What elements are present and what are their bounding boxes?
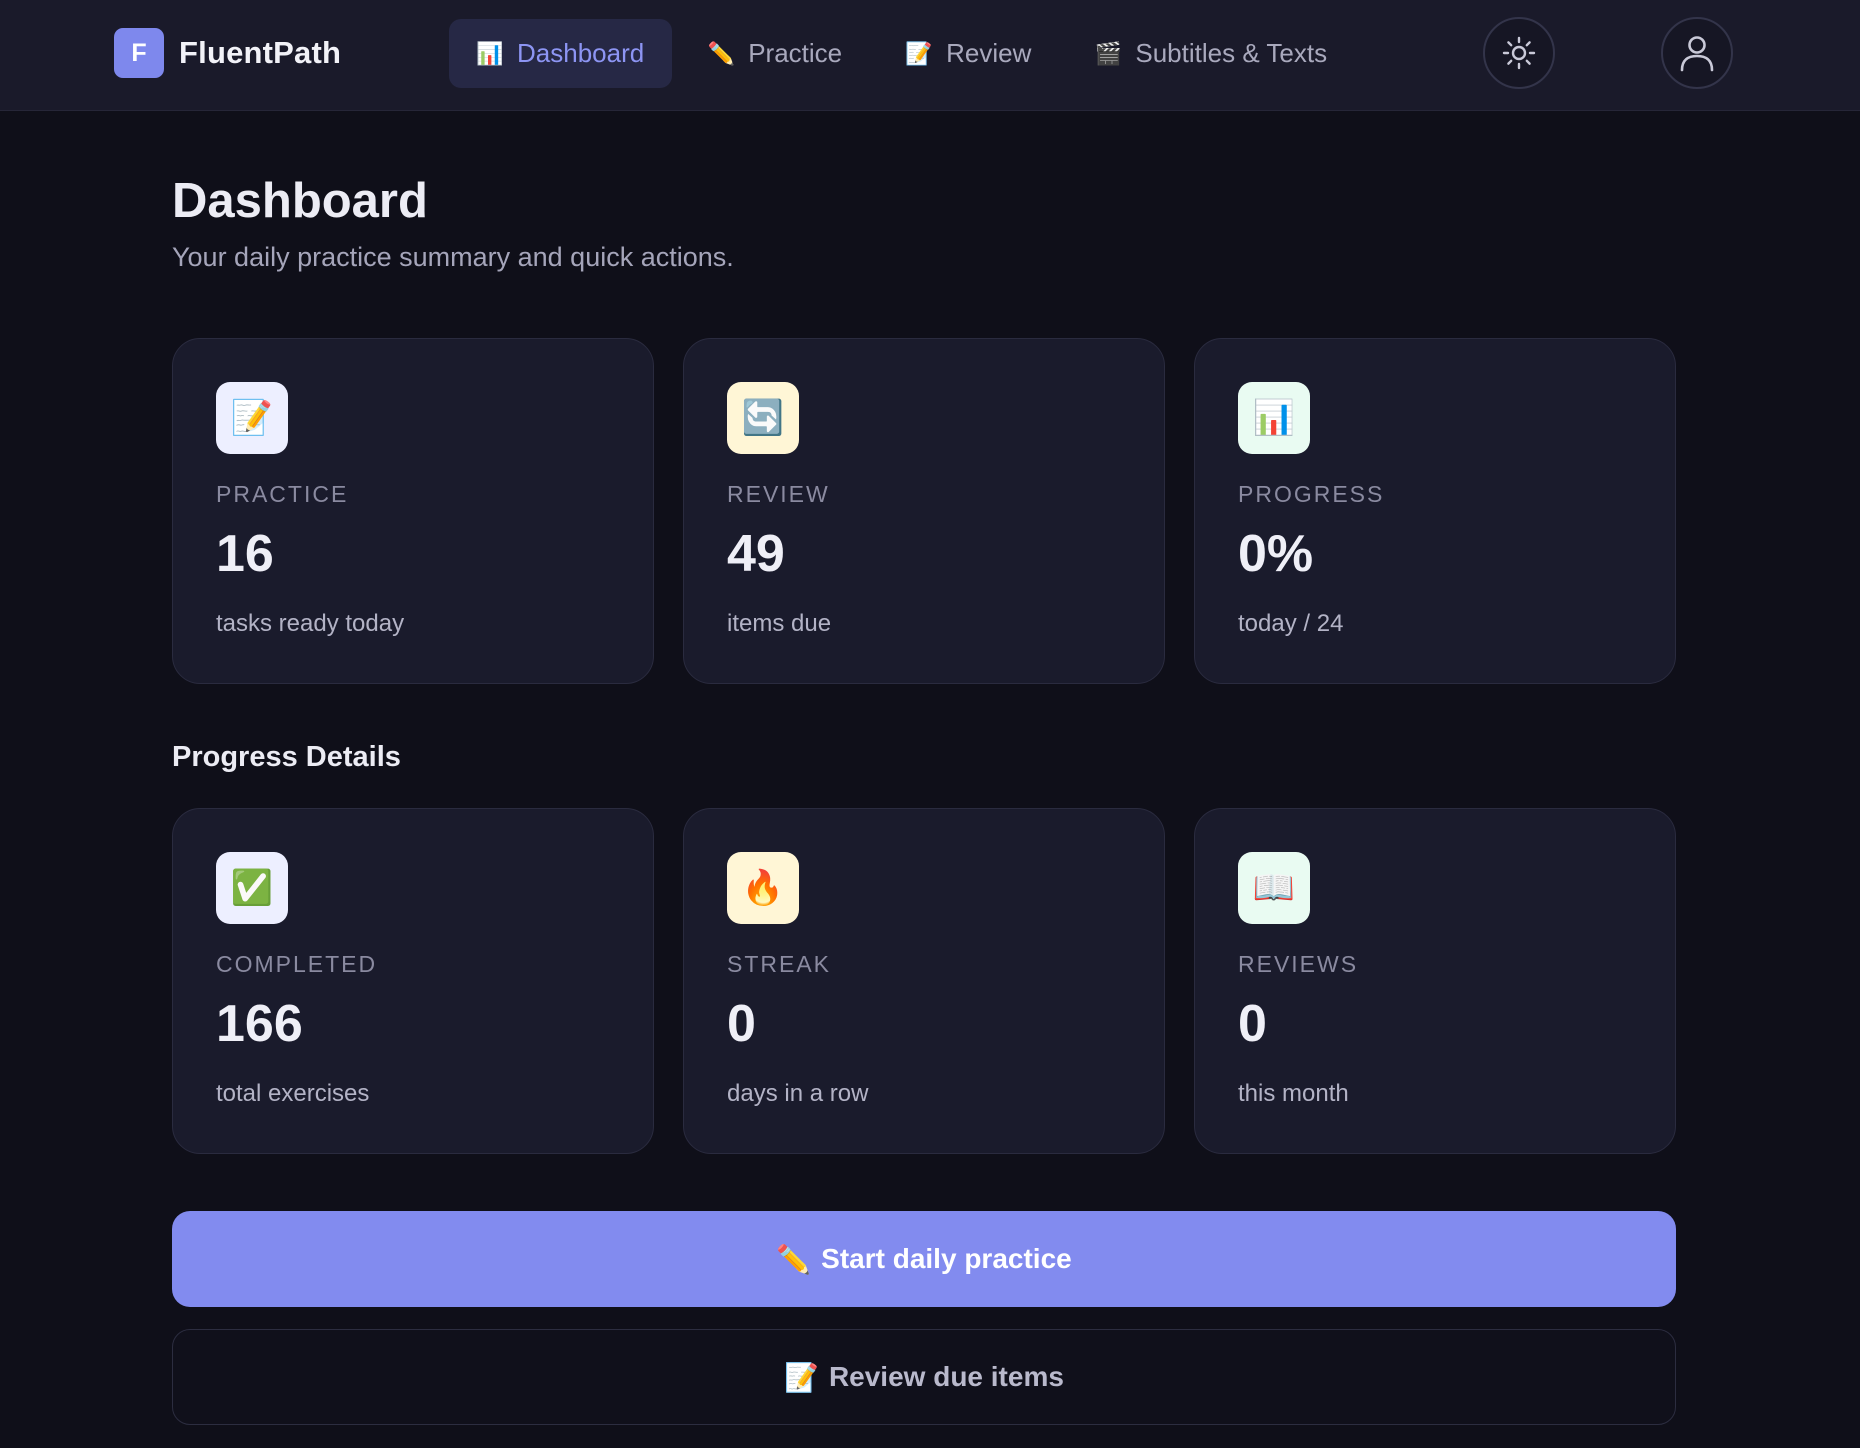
nav-item-label: Subtitles & Texts: [1135, 38, 1328, 68]
nav-item-label: Practice: [748, 38, 843, 68]
card-caption: this month: [1238, 1080, 1349, 1107]
profile-button[interactable]: [1661, 17, 1733, 89]
progress-card[interactable]: 📊 PROGRESS 0% today / 24: [1194, 338, 1676, 684]
nav-item-label: Dashboard: [517, 38, 645, 68]
page-subtitle: Your daily practice summary and quick ac…: [172, 242, 734, 272]
practice-card[interactable]: 📝 PRACTICE 16 tasks ready today: [172, 338, 654, 684]
summary-cards: 📝 PRACTICE 16 tasks ready today 🔄 REVIEW…: [172, 338, 1676, 684]
fire-icon: 🔥: [727, 852, 799, 924]
card-label: STREAK: [727, 951, 832, 977]
theme-toggle-button[interactable]: [1483, 17, 1555, 89]
nav-item-review[interactable]: 📝 Review: [878, 19, 1059, 88]
sun-icon: [1502, 36, 1536, 70]
start-daily-practice-button[interactable]: ✏️ Start daily practice: [172, 1211, 1676, 1307]
card-label: PRACTICE: [216, 481, 349, 507]
card-caption: items due: [727, 610, 832, 637]
card-caption: days in a row: [727, 1080, 869, 1107]
card-value: 0: [727, 995, 756, 1053]
nav-item-practice[interactable]: ✏️ Practice: [680, 19, 870, 88]
main-nav: 📊 Dashboard ✏️ Practice 📝 Review 🎬 Subti…: [449, 19, 1355, 88]
brand-link[interactable]: F FluentPath: [114, 28, 341, 78]
card-value: 0%: [1238, 525, 1314, 583]
card-caption: total exercises: [216, 1080, 370, 1107]
card-label: REVIEWS: [1238, 951, 1359, 977]
review-card[interactable]: 🔄 REVIEW 49 items due: [683, 338, 1165, 684]
check-mark-icon: ✅: [216, 852, 288, 924]
memo-icon: 📝: [905, 40, 933, 66]
card-value: 0: [1238, 995, 1267, 1053]
review-due-items-button[interactable]: 📝 Review due items: [172, 1329, 1676, 1425]
memo-icon: 📝: [784, 1361, 819, 1393]
pencil-icon: ✏️: [776, 1243, 812, 1275]
button-label: Review due items: [828, 1361, 1064, 1392]
card-value: 16: [216, 525, 274, 583]
nav-item-label: Review: [946, 38, 1032, 68]
card-label: REVIEW: [727, 481, 830, 507]
card-caption: today / 24: [1238, 610, 1344, 637]
button-label: Start daily practice: [821, 1243, 1072, 1274]
section-title: Progress Details: [172, 741, 401, 773]
nav-item-dashboard[interactable]: 📊 Dashboard: [449, 19, 673, 88]
progress-detail-cards: ✅ COMPLETED 166 total exercises 🔥 STREAK…: [172, 808, 1676, 1154]
nav-item-subtitles-texts[interactable]: 🎬 Subtitles & Texts: [1067, 19, 1355, 88]
user-icon: [1680, 36, 1714, 72]
card-value: 166: [216, 995, 303, 1053]
card-label: PROGRESS: [1238, 481, 1385, 507]
open-book-icon: 📖: [1238, 852, 1310, 924]
brand-logo: F: [114, 28, 164, 78]
brand-name: FluentPath: [179, 35, 342, 70]
top-nav-bar: F FluentPath 📊 Dashboard ✏️ Practice 📝 R…: [0, 0, 1860, 111]
card-label: COMPLETED: [216, 951, 378, 977]
card-caption: tasks ready today: [216, 610, 405, 637]
streak-card: 🔥 STREAK 0 days in a row: [683, 808, 1165, 1154]
card-value: 49: [727, 525, 785, 583]
completed-card: ✅ COMPLETED 166 total exercises: [172, 808, 654, 1154]
clapper-board-icon: 🎬: [1094, 40, 1123, 66]
refresh-icon: 🔄: [727, 382, 799, 454]
bar-chart-icon: 📊: [1238, 382, 1310, 454]
page-title: Dashboard: [172, 174, 428, 228]
reviews-card: 📖 REVIEWS 0 this month: [1194, 808, 1676, 1154]
pencil-icon: ✏️: [707, 40, 735, 66]
memo-icon: 📝: [216, 382, 288, 454]
bar-chart-icon: 📊: [476, 40, 504, 66]
